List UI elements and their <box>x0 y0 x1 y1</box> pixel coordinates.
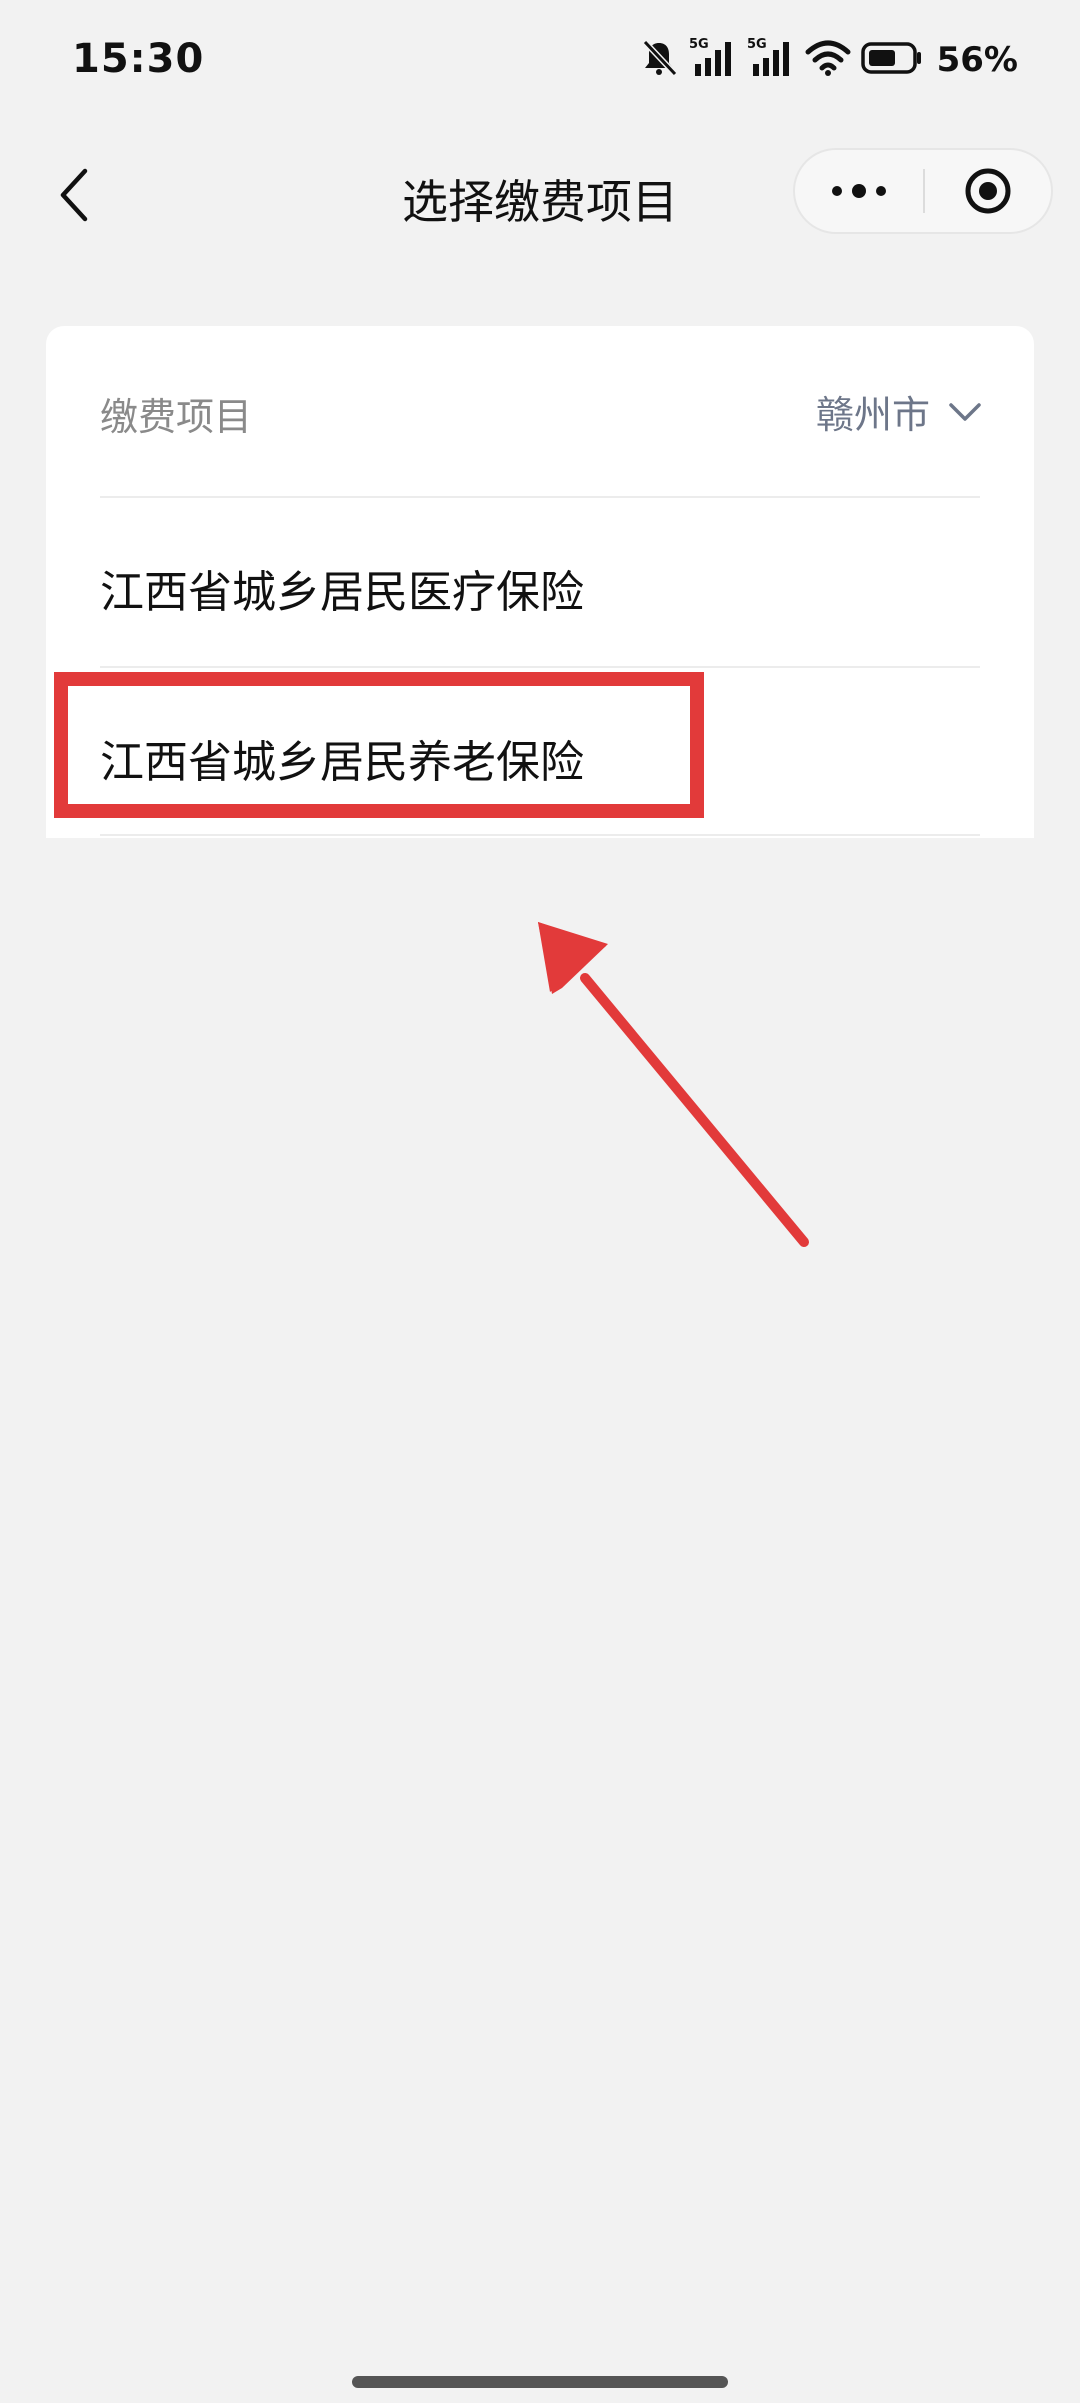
wifi-icon <box>805 38 851 82</box>
chevron-down-icon <box>949 402 981 421</box>
signal-5g-icon: 5G <box>747 36 795 84</box>
close-button[interactable] <box>925 150 1051 232</box>
city-label: 赣州市 <box>815 393 930 437</box>
home-indicator[interactable] <box>352 2376 728 2388</box>
bell-muted-icon <box>639 38 679 82</box>
status-bar: 15:30 5G 5G 56% <box>0 0 1080 120</box>
header-label: 缴费项目 <box>100 395 253 439</box>
mini-program-capsule <box>793 148 1053 234</box>
battery-percent: 56% <box>936 40 1018 80</box>
arrow-shaft <box>580 973 809 1247</box>
list-item-label: 江西省城乡居民医疗保险 <box>100 567 584 618</box>
more-button[interactable] <box>795 150 923 232</box>
more-dots-icon <box>832 184 886 198</box>
arrow-head <box>538 922 608 994</box>
network-label: 5G <box>689 37 709 52</box>
divider <box>100 834 980 836</box>
card-header: 缴费项目 赣州市 <box>46 326 1034 496</box>
city-select[interactable]: 赣州市 <box>816 384 982 439</box>
nav-bar: 选择缴费项目 <box>0 140 1080 250</box>
status-icons: 5G 5G 56% <box>639 36 1018 84</box>
signal-5g-icon: 5G <box>689 36 737 84</box>
status-time: 15:30 <box>72 36 205 82</box>
target-circle-icon <box>965 168 1011 214</box>
list-item-medical-insurance[interactable]: 江西省城乡居民医疗保险 <box>46 498 1034 668</box>
network-label: 5G <box>747 37 767 52</box>
battery-icon <box>860 40 923 80</box>
highlight-box <box>54 672 704 818</box>
arrow-head-fill <box>538 922 606 992</box>
